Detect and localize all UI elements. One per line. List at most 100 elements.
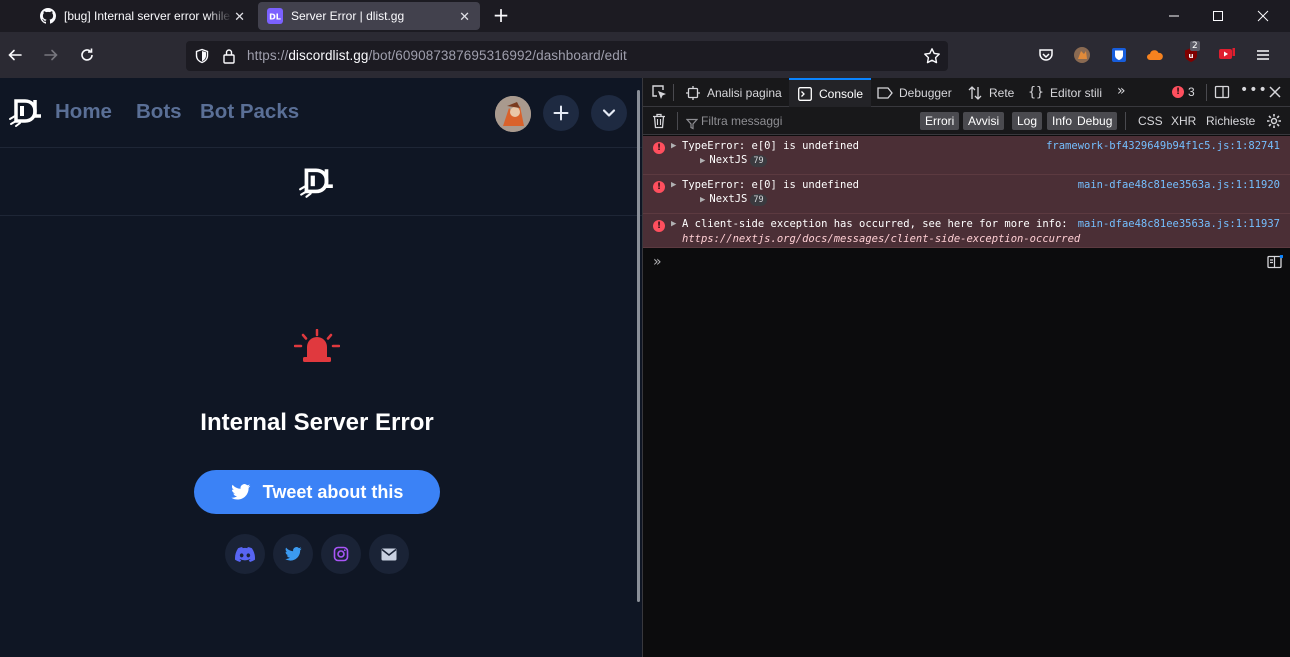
mail-icon: [381, 548, 397, 560]
message-source-link[interactable]: main-dfae48c81ee3563a.js:1:11937: [1078, 218, 1280, 230]
reload-icon[interactable]: [75, 43, 99, 67]
nav-bots[interactable]: Bots: [136, 100, 182, 124]
close-window-icon[interactable]: [1240, 0, 1286, 32]
ublock-icon[interactable]: u 2: [1182, 41, 1200, 64]
tab-style-editor[interactable]: {} Editor stili: [1028, 78, 1102, 107]
frame-count-badge: 79: [750, 194, 767, 206]
stack-group-label: NextJS: [709, 193, 748, 205]
navigation-bar: https://discordlist.gg/bot/6090873876953…: [0, 32, 1290, 78]
tab-github-issue[interactable]: [bug] Internal server error while ✕: [30, 0, 255, 32]
tab-inspector-label: Analisi pagina: [707, 85, 782, 100]
nav-home[interactable]: Home: [55, 100, 112, 124]
filter-debug[interactable]: Debug: [1072, 112, 1118, 130]
tab-server-error[interactable]: DL Server Error | dlist.gg ✕: [258, 2, 480, 30]
console-prompt-icon[interactable]: »: [653, 254, 662, 270]
tab-debugger[interactable]: Debugger: [877, 78, 952, 107]
maximize-icon[interactable]: [1195, 0, 1241, 32]
back-icon[interactable]: [3, 43, 27, 67]
forward-icon[interactable]: [39, 43, 63, 67]
options-icon[interactable]: •••: [1240, 82, 1268, 98]
cloud-extension-icon[interactable]: [1146, 46, 1164, 64]
svg-text:u: u: [1189, 52, 1194, 60]
tab-inspector[interactable]: Analisi pagina: [685, 78, 782, 107]
filter-css[interactable]: CSS: [1138, 114, 1163, 128]
expand-arrow-icon: ▶: [700, 195, 706, 205]
element-picker-icon[interactable]: [651, 84, 667, 104]
new-tab-icon[interactable]: +: [490, 5, 512, 27]
message-source-link[interactable]: main-dfae48c81ee3563a.js:1:11920: [1078, 179, 1280, 191]
stack-group[interactable]: ▶ NextJS 79: [700, 193, 767, 206]
dropdown-button[interactable]: [591, 95, 627, 131]
tweet-button[interactable]: Tweet about this: [194, 470, 440, 514]
inspector-icon: [685, 85, 701, 101]
message-text: A client-side exception has occurred, se…: [682, 218, 1068, 230]
error-icon: !: [653, 220, 665, 232]
tab-console[interactable]: Console: [789, 78, 871, 107]
tab-title: [bug] Internal server error while: [64, 9, 231, 23]
filter-xhr[interactable]: XHR: [1171, 114, 1196, 128]
dlist-logo-icon[interactable]: [8, 97, 44, 129]
error-count[interactable]: 3: [1188, 85, 1195, 99]
web-page: Home Bots Bot Packs Internal Server Erro…: [0, 78, 642, 657]
tab-network[interactable]: Rete: [967, 78, 1014, 107]
stack-group[interactable]: ▶ NextJS 79: [700, 154, 767, 167]
expand-arrow-icon[interactable]: ▶: [671, 219, 676, 229]
message-text: TypeError: e[0] is undefined: [682, 140, 860, 152]
console-message[interactable]: ! ▶ TypeError: e[0] is undefined framewo…: [643, 136, 1290, 175]
bookmark-star-icon[interactable]: [923, 47, 941, 69]
console-message[interactable]: ! ▶ A client-side exception has occurred…: [643, 214, 1290, 248]
filter-warnings[interactable]: Avvisi: [963, 112, 1005, 130]
tab-close-icon[interactable]: ✕: [234, 9, 245, 25]
message-source-link[interactable]: framework-bf4329649b94f1c5.js:1:82741: [1046, 140, 1280, 152]
filter-requests[interactable]: Richieste: [1206, 114, 1255, 128]
url-host: discordlist.gg: [288, 48, 369, 63]
docs-link[interactable]: https://nextjs.org/docs/messages/client-…: [682, 233, 1080, 245]
devtools-toolbar: Analisi pagina Console Debugger Rete {} …: [643, 78, 1290, 107]
tweet-button-label: Tweet about this: [262, 481, 404, 502]
error-icon: !: [653, 181, 665, 193]
split-console-icon[interactable]: [1267, 254, 1284, 269]
tab-close-icon[interactable]: ✕: [459, 9, 470, 25]
dock-icon[interactable]: [1214, 84, 1230, 104]
menu-icon[interactable]: [1254, 46, 1272, 64]
tab-network-label: Rete: [989, 85, 1015, 100]
filter-input[interactable]: Filtra messaggi: [701, 114, 782, 128]
discord-link[interactable]: [225, 534, 265, 574]
user-avatar[interactable]: [495, 96, 531, 132]
email-link[interactable]: [369, 534, 409, 574]
add-button[interactable]: [543, 95, 579, 131]
bitwarden-icon[interactable]: [1110, 46, 1128, 64]
logo-bar: [0, 149, 642, 216]
filter-errors[interactable]: Errori: [920, 112, 960, 130]
url-scheme: https://: [247, 48, 289, 63]
expand-arrow-icon[interactable]: ▶: [671, 180, 676, 190]
settings-gear-icon[interactable]: [1266, 113, 1282, 133]
chevron-down-icon: [602, 109, 616, 117]
youtube-extension-icon[interactable]: [1218, 46, 1236, 64]
minimize-icon[interactable]: [1151, 0, 1197, 32]
close-devtools-icon[interactable]: [1268, 84, 1282, 103]
pocket-icon[interactable]: [1037, 46, 1055, 64]
extension-badge: 2: [1190, 41, 1200, 51]
page-scrollbar[interactable]: [637, 90, 640, 602]
url-bar[interactable]: https://discordlist.gg/bot/6090873876953…: [186, 41, 948, 71]
tab-style-editor-label: Editor stili: [1050, 85, 1103, 100]
nav-bot-packs[interactable]: Bot Packs: [200, 100, 299, 124]
error-icon: !: [653, 142, 665, 154]
account-avatar-icon[interactable]: [1073, 46, 1091, 64]
debugger-icon: [877, 85, 893, 101]
console-message[interactable]: ! ▶ TypeError: e[0] is undefined main-df…: [643, 175, 1290, 214]
more-tabs-icon[interactable]: »: [1117, 83, 1126, 99]
twitter-link[interactable]: [273, 534, 313, 574]
console-filter-bar: Filtra messaggi Errori Avvisi Log Info D…: [643, 107, 1290, 135]
expand-arrow-icon[interactable]: ▶: [671, 141, 676, 151]
lock-icon[interactable]: [222, 48, 236, 68]
network-icon: [967, 85, 983, 101]
filter-log[interactable]: Log: [1012, 112, 1043, 130]
braces-icon: {}: [1028, 85, 1044, 100]
twitter-icon: [284, 547, 302, 561]
trash-icon[interactable]: [652, 113, 666, 133]
dlist-icon: DL: [267, 8, 283, 24]
shield-icon[interactable]: [194, 48, 210, 68]
instagram-link[interactable]: [321, 534, 361, 574]
